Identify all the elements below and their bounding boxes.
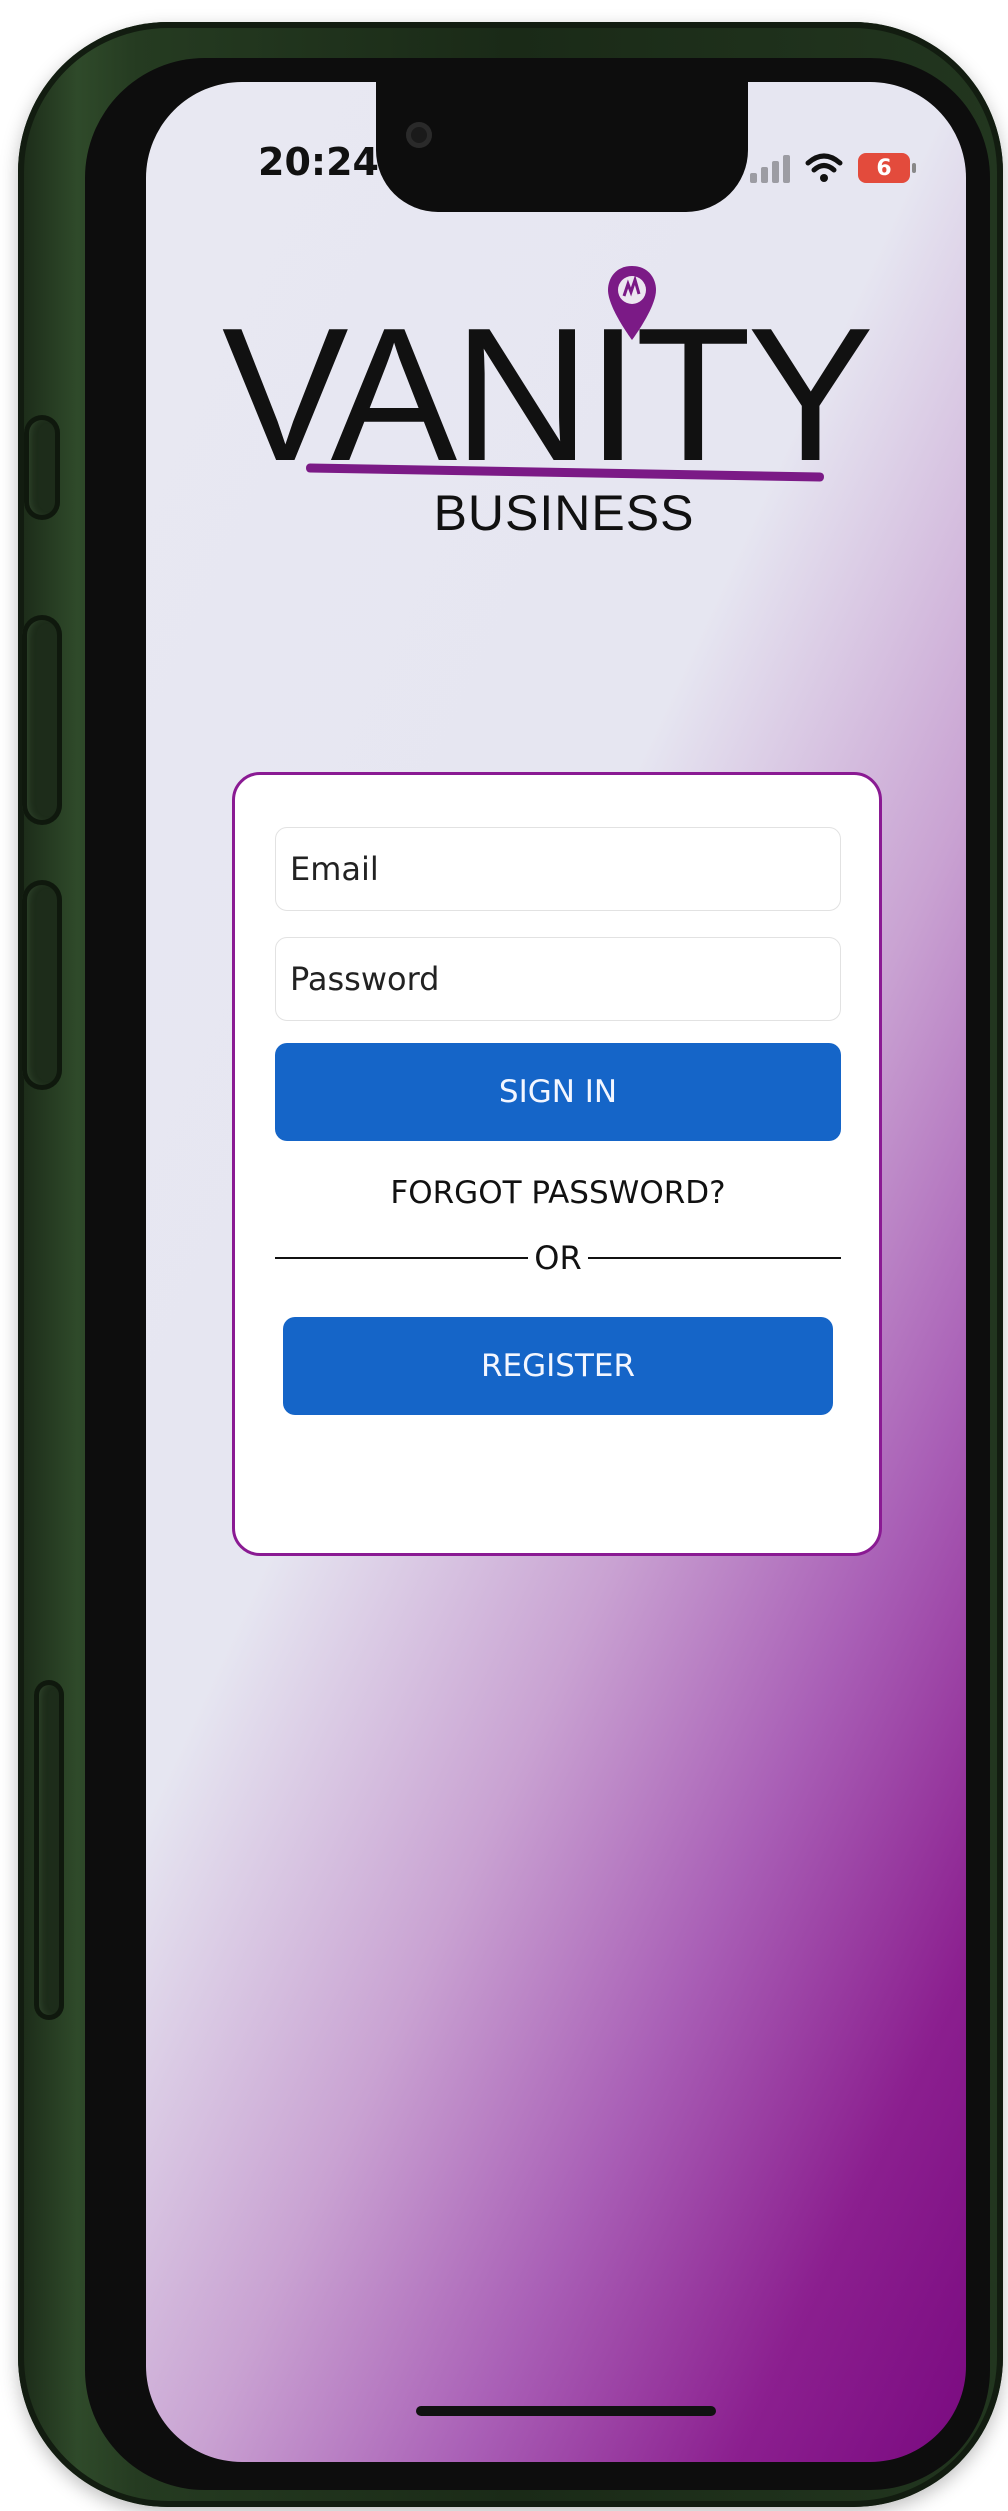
volume-up-button [22, 615, 62, 825]
sign-in-button[interactable]: SIGN IN [275, 1043, 841, 1141]
notch [376, 82, 748, 212]
forgot-password-link[interactable]: FORGOT PASSWORD? [235, 1175, 881, 1211]
silent-switch [24, 415, 60, 520]
divider-line-left [275, 1257, 529, 1259]
divider-line-right [587, 1257, 842, 1259]
sim-tray [34, 1680, 64, 2020]
divider-text: OR [534, 1239, 582, 1277]
logo-wordmark: VANITY [221, 289, 874, 501]
logo-subtitle: BUSINESS [433, 485, 695, 541]
battery-icon: 6 [858, 153, 916, 183]
app-screen: 20:24 6 VANITY BUSINESS SIGN IN FORGOT P… [146, 82, 966, 2462]
signal-icon [750, 153, 790, 183]
login-card: SIGN IN FORGOT PASSWORD? OR REGISTER [232, 772, 882, 1556]
home-indicator [416, 2406, 716, 2416]
volume-down-button [22, 880, 62, 1090]
brand-logo: VANITY BUSINESS [146, 262, 966, 722]
front-camera [406, 122, 432, 148]
email-field[interactable] [275, 827, 841, 911]
wifi-icon [805, 153, 843, 182]
password-field[interactable] [275, 937, 841, 1021]
or-divider: OR [275, 1239, 842, 1277]
status-time: 20:24 [258, 140, 379, 184]
status-icons: 6 [750, 152, 916, 184]
register-button[interactable]: REGISTER [283, 1317, 833, 1415]
